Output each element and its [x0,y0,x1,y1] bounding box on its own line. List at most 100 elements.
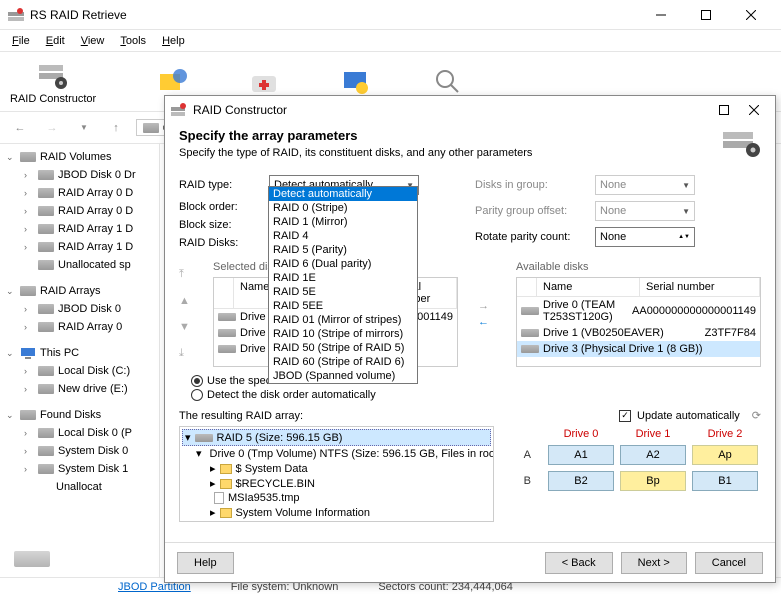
menu-view[interactable]: View [73,33,113,49]
tree-volume-item[interactable]: Unallocated sp [0,256,159,274]
cancel-button[interactable]: Cancel [695,552,763,574]
selection-disk-icon [14,551,50,567]
pc-icon [20,347,36,359]
close-button[interactable] [728,1,773,29]
radio-auto-order[interactable]: Detect the disk order automatically [191,389,761,401]
nav-back[interactable]: ← [8,116,32,140]
app-icon [8,7,24,23]
dropdown-option[interactable]: RAID 01 (Mirror of stripes) [269,313,417,327]
nav-history[interactable]: ▼ [72,116,96,140]
menubar: File Edit View Tools Help [0,30,781,52]
menu-help[interactable]: Help [154,33,193,49]
dropdown-option[interactable]: RAID 5E [269,285,417,299]
raid-type-label: RAID type: [179,179,269,191]
dropdown-option[interactable]: RAID 6 (Dual parity) [269,257,417,271]
raid-constructor-icon [37,59,69,91]
dialog-maximize[interactable] [709,96,739,124]
help-button[interactable]: Help [177,552,234,574]
dropdown-option[interactable]: RAID 4 [269,229,417,243]
tree-node: WDC WD5000AAKS-00E4A0.dsk [182,520,491,522]
dialog-close[interactable] [739,96,769,124]
update-auto-checkbox[interactable]: ✓ [619,410,631,422]
next-button[interactable]: Next > [621,552,687,574]
dropdown-option[interactable]: RAID 10 (Stripe of mirrors) [269,327,417,341]
nav-forward[interactable]: → [40,116,64,140]
block-size-label: Block size: [179,219,269,231]
parity-offset-label: Parity group offset: [475,205,595,217]
tree-pc-item[interactable]: ›Local Disk (C:) [0,362,159,380]
raid-type-dropdown[interactable]: Detect automatically RAID 0 (Stripe) RAI… [268,186,418,384]
dialog-title: RAID Constructor [193,103,709,117]
move-top-icon[interactable]: ⤒ [179,268,193,281]
tree-node: ▸System Volume Information [182,505,491,520]
move-left-icon[interactable]: ← [478,316,496,328]
tree-volume-item[interactable]: ›RAID Array 0 D [0,202,159,220]
tree-found-item[interactable]: ›System Disk 1 [0,460,159,478]
dropdown-option[interactable]: RAID 50 (Stripe of RAID 5) [269,341,417,355]
sidebar: ⌄RAID Volumes ›JBOD Disk 0 Dr ›RAID Arra… [0,144,160,577]
dropdown-option[interactable]: RAID 60 (Stripe of RAID 6) [269,355,417,369]
toolbar-search-button[interactable] [432,66,464,98]
minimize-button[interactable] [638,1,683,29]
tree-volume-item[interactable]: ›JBOD Disk 0 Dr [0,166,159,184]
tree-root: ▾RAID 5 (Size: 596.15 GB) [182,429,491,446]
dropdown-option[interactable]: RAID 5 (Parity) [269,243,417,257]
tree-this-pc[interactable]: ⌄This PC [0,344,159,362]
available-disks-title: Available disks [516,261,761,273]
move-down-icon[interactable]: ▼ [179,321,193,333]
result-tree[interactable]: ▾RAID 5 (Size: 596.15 GB) ▾Drive 0 (Tmp … [179,426,494,522]
rotate-parity-label: Rotate parity count: [475,231,595,243]
tree-raid-arrays[interactable]: ⌄RAID Arrays [0,282,159,300]
move-bottom-icon[interactable]: ⤓ [179,347,193,360]
search-icon [432,66,464,98]
disks-in-group-combo[interactable]: None▼ [595,175,695,195]
menu-file[interactable]: File [4,33,38,49]
tree-volume-item[interactable]: ›RAID Array 1 D [0,238,159,256]
dropdown-option[interactable]: RAID 5EE [269,299,417,313]
app-title: RS RAID Retrieve [30,8,638,22]
tree-node: ▸$RECYCLE.BIN [182,476,491,491]
dropdown-option[interactable]: Detect automatically [269,187,417,201]
raid-constructor-button[interactable]: RAID Constructor [10,59,96,105]
resulting-array-label: The resulting RAID array: [179,410,303,422]
tree-array-item[interactable]: ›JBOD Disk 0 [0,300,159,318]
tree-volume-item[interactable]: ›RAID Array 1 D [0,220,159,238]
tree-volume-item[interactable]: ›RAID Array 0 D [0,184,159,202]
tree-raid-volumes[interactable]: ⌄RAID Volumes [0,148,159,166]
tree-found-item[interactable]: ›System Disk 0 [0,442,159,460]
dropdown-option[interactable]: RAID 1 (Mirror) [269,215,417,229]
toolbar-medkit-button[interactable] [248,66,280,98]
disk-icon [143,123,159,133]
dropdown-option[interactable]: RAID 0 (Stripe) [269,201,417,215]
medkit-icon [248,66,280,98]
tree-array-item[interactable]: ›RAID Array 0 [0,318,159,336]
dialog-header-icon [721,128,761,158]
refresh-icon[interactable]: ⟳ [752,409,761,422]
move-right-icon[interactable]: → [478,300,496,312]
rotate-parity-combo[interactable]: None▲▼ [595,227,695,247]
parity-offset-combo[interactable]: None▼ [595,201,695,221]
menu-edit[interactable]: Edit [38,33,73,49]
back-button[interactable]: < Back [545,552,613,574]
tree-found-disks[interactable]: ⌄Found Disks [0,406,159,424]
dialog-subheading: Specify the type of RAID, its constituen… [179,147,721,159]
nav-up[interactable]: ↑ [104,116,128,140]
raid-disks-label: RAID Disks: [179,237,269,249]
dropdown-option[interactable]: RAID 1E [269,271,417,285]
dialog-titlebar: RAID Constructor [165,96,775,124]
move-up-icon[interactable]: ▲ [179,295,193,307]
list-item: Drive 3 (Physical Drive 1 (8 GB)) [517,341,760,357]
dropdown-option[interactable]: JBOD (Spanned volume) [269,369,417,383]
menu-tools[interactable]: Tools [112,33,154,49]
tree-unallocated[interactable]: Unallocat [0,478,159,496]
titlebar: RS RAID Retrieve [0,0,781,30]
tree-found-item[interactable]: ›Local Disk 0 (P [0,424,159,442]
disk-icon [20,152,36,162]
toolbar-monitor-button[interactable] [340,66,372,98]
block-order-label: Block order: [179,201,269,213]
list-item: Drive 0 (TEAM T253ST120G)AA0000000000000… [517,297,760,325]
tree-pc-item[interactable]: ›New drive (E:) [0,380,159,398]
available-disks-list[interactable]: NameSerial number Drive 0 (TEAM T253ST12… [516,277,761,367]
maximize-button[interactable] [683,1,728,29]
toolbar-wizard-button[interactable] [156,66,188,98]
